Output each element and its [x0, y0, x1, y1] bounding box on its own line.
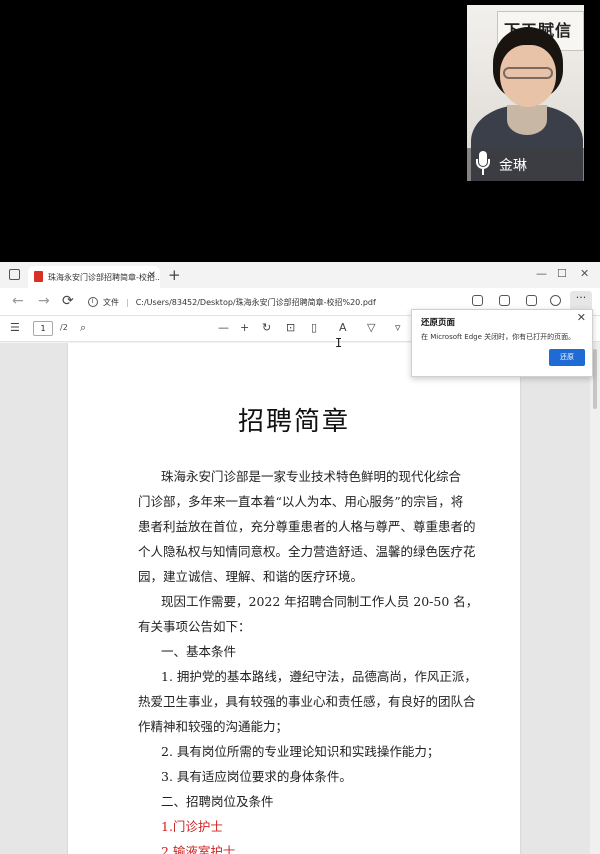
page-view-icon[interactable]: ▯ — [311, 321, 317, 334]
favorite-icon[interactable] — [499, 295, 510, 306]
forward-icon[interactable]: → — [38, 293, 50, 309]
read-aloud-icon[interactable]: A — [339, 321, 347, 334]
rotate-icon[interactable]: ↻ — [262, 321, 271, 334]
new-tab-icon[interactable]: + — [168, 266, 181, 284]
url-scheme-label: 文件 — [103, 297, 119, 307]
popup-close-icon[interactable]: ✕ — [577, 311, 586, 324]
microphone-icon[interactable] — [476, 151, 490, 177]
scrollbar-track[interactable] — [590, 343, 600, 854]
pdf-file-icon — [34, 271, 43, 282]
document-line: 2. 具有岗位所需的专业理论知识和实践操作能力； — [161, 744, 440, 759]
popup-title: 还原页面 — [421, 318, 456, 328]
text-cursor-icon: I — [335, 336, 343, 350]
draw-icon[interactable]: ▽ — [367, 321, 375, 334]
pdf-page: 招聘简章 珠海永安门诊部是一家专业技术特色鲜明的现代化综合 门诊部，多年来一直本… — [68, 343, 520, 854]
participant-video: 下天賦信 金琳 — [467, 5, 584, 181]
zoom-icon[interactable] — [472, 295, 483, 306]
minimize-icon[interactable]: — — [536, 267, 547, 280]
document-title: 招聘简章 — [237, 407, 350, 437]
document-line: 园，建立诚信、理解、和谐的医疗环境。 — [138, 569, 364, 584]
document-line: 门诊部，多年来一直本着“以人为本、用心服务”的宗旨，将 — [138, 494, 464, 509]
contents-icon[interactable]: ☰ — [10, 321, 20, 334]
refresh-icon[interactable]: ⟳ — [62, 293, 74, 309]
position-item: 1.门诊护士 — [161, 819, 223, 834]
browser-tab[interactable]: 珠海永安门诊部招聘简章-校招... ✕ — [28, 266, 160, 288]
document-line: 热爱卫生事业，具有较强的事业心和责任感，有良好的团队合 — [138, 694, 476, 709]
restore-pages-popup: 还原页面 ✕ 在 Microsoft Edge 关闭时，你有已打开的页面。 还原 — [411, 309, 593, 377]
popup-message: 在 Microsoft Edge 关闭时，你有已打开的页面。 — [421, 333, 576, 341]
profile-icon[interactable] — [550, 295, 561, 306]
document-line: 患者利益放在首位，充分尊重患者的人格与尊严、尊重患者的 — [138, 519, 476, 534]
page-total: /2 — [60, 323, 68, 332]
document-line: 个人隐私权与知情同意权。全力营造舒适、温馨的绿色医疗花 — [138, 544, 476, 559]
section-heading: 二、招聘岗位及条件 — [161, 794, 274, 809]
title-bar: 珠海永安门诊部招聘简章-校招... ✕ + — ☐ ✕ — [0, 262, 600, 288]
search-icon[interactable]: ⌕ — [80, 321, 86, 335]
document-line: 3. 具有适应岗位要求的身体条件。 — [161, 769, 352, 784]
tab-title: 珠海永安门诊部招聘简章-校招... — [48, 273, 160, 282]
collections-icon[interactable] — [526, 295, 537, 306]
zoom-out-icon[interactable]: — — [218, 321, 229, 334]
document-line: 珠海永安门诊部是一家专业技术特色鲜明的现代化综合 — [161, 469, 462, 484]
position-item: 2.输液室护士 — [161, 844, 236, 854]
more-options-button[interactable]: ··· — [570, 291, 592, 311]
tab-close-icon[interactable]: ✕ — [148, 270, 156, 281]
participant-name: 金琳 — [499, 158, 527, 174]
url-separator: | — [126, 297, 129, 307]
document-line: 作精神和较强的沟通能力； — [138, 719, 289, 734]
document-line: 1. 拥护党的基本路线，遵纪守法，品德高尚，作风正派， — [161, 669, 477, 684]
document-line: 有关事项公告如下： — [138, 619, 251, 634]
restore-button[interactable]: 还原 — [549, 349, 585, 366]
highlight-icon[interactable]: ▿ — [395, 321, 401, 334]
page-number-input[interactable]: 1 — [33, 321, 53, 336]
participant-glasses — [503, 67, 553, 79]
maximize-icon[interactable]: ☐ — [557, 267, 567, 280]
scrollbar-thumb[interactable] — [593, 349, 597, 409]
info-icon[interactable] — [88, 297, 98, 307]
document-line: 现因工作需要，2022 年招聘合同制工作人员 20-50 名， — [161, 594, 479, 609]
back-icon[interactable]: ← — [12, 293, 24, 309]
section-heading: 一、基本条件 — [161, 644, 237, 659]
close-window-icon[interactable]: ✕ — [580, 267, 589, 280]
zoom-in-icon[interactable]: + — [240, 321, 249, 334]
url-text: C:/Users/83452/Desktop/珠海永安门诊部招聘简章-校招%20… — [135, 297, 376, 307]
pdf-viewer[interactable]: 招聘简章 珠海永安门诊部是一家专业技术特色鲜明的现代化综合 门诊部，多年来一直本… — [0, 343, 600, 854]
participant-collar — [507, 105, 547, 135]
fit-page-icon[interactable]: ⊡ — [286, 321, 295, 334]
tab-actions-icon[interactable] — [9, 269, 20, 280]
